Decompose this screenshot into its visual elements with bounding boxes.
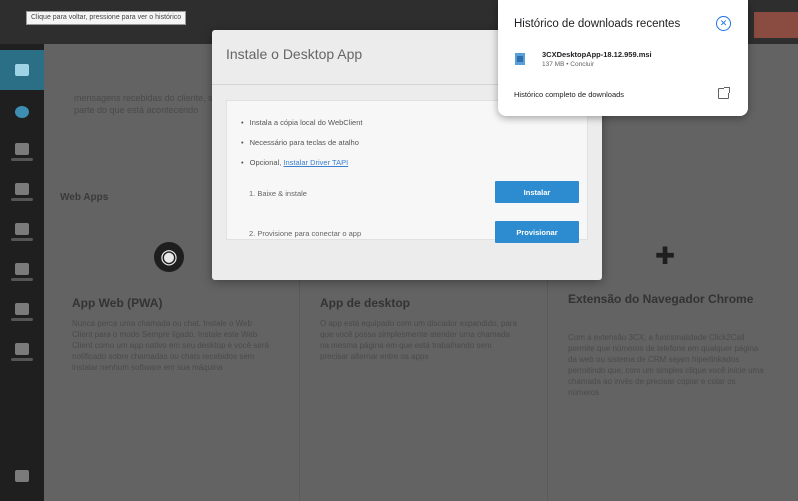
feature-list: Instala a cópia local do WebClient Neces…	[241, 113, 363, 173]
list-item: Necessário para teclas de atalho	[241, 133, 363, 153]
card-description: Nunca perca uma chamada ou chat. Instale…	[72, 319, 269, 372]
install-button[interactable]: Instalar	[495, 181, 579, 203]
list-item-label: Opcional,	[249, 158, 284, 167]
expand-icon	[15, 470, 29, 482]
back-tooltip: Clique para voltar, pressione para ver o…	[26, 11, 187, 25]
step2-label: 2. Provisione para conectar o app	[249, 229, 362, 238]
download-item[interactable]: 3CXDesktopApp-18.12.959.msi 137 MB • Con…	[514, 50, 734, 74]
status-icon	[15, 106, 29, 118]
sidebar-item-phone[interactable]	[0, 292, 44, 332]
install-tapi-link[interactable]: Instalar Driver TAPI	[283, 158, 348, 167]
downloads-title: Histórico de downloads recentes	[514, 18, 681, 30]
full-history-link[interactable]: Histórico completo de downloads	[514, 90, 624, 99]
contacts-icon	[15, 343, 29, 355]
downloads-popup: Histórico de downloads recentes ✕ 3CXDes…	[498, 0, 748, 116]
sidebar-item-contacts[interactable]	[0, 332, 44, 372]
home-icon	[15, 64, 29, 76]
download-file-meta: 137 MB • Concluir	[542, 61, 595, 68]
close-icon[interactable]: ✕	[716, 16, 731, 31]
sidebar-item-home[interactable]	[0, 50, 44, 90]
modal-title: Instale o Desktop App	[226, 46, 363, 62]
sidebar-item-history[interactable]	[0, 252, 44, 292]
provision-button[interactable]: Provisionar	[495, 221, 579, 243]
modal-body: Instala a cópia local do WebClient Neces…	[226, 100, 588, 243]
history-icon	[15, 263, 29, 275]
puzzle-icon: ✚	[654, 243, 676, 270]
profile-avatar[interactable]	[754, 12, 798, 38]
sidebar-item-bottom[interactable]	[0, 456, 44, 496]
recordings-icon	[15, 223, 29, 235]
download-file-name: 3CXDesktopApp-18.12.959.msi	[542, 50, 652, 59]
chrome-icon: ◉	[154, 242, 184, 272]
section-title: Web Apps	[60, 192, 109, 203]
chat-icon	[15, 183, 29, 195]
open-external-icon[interactable]	[718, 87, 730, 99]
card-description: Com a extensão 3CX, a funcionalidade Cli…	[568, 333, 764, 397]
phone-icon	[15, 303, 29, 315]
sidebar	[0, 44, 44, 501]
list-item: Instala a cópia local do WebClient	[241, 113, 363, 133]
card-title: App Web (PWA)	[72, 296, 163, 310]
sidebar-item-chat[interactable]	[0, 172, 44, 212]
card-title: App de desktop	[320, 296, 411, 310]
sidebar-item-recordings[interactable]	[0, 212, 44, 252]
step1-label: 1. Baixe & instale	[249, 189, 307, 198]
list-item: Opcional, Instalar Driver TAPI	[241, 153, 363, 173]
sidebar-item-status[interactable]	[0, 92, 44, 132]
card-title: Extensão do Navegador Chrome	[568, 292, 754, 306]
installer-file-icon	[515, 53, 525, 65]
people-icon	[15, 143, 29, 155]
sidebar-item-people[interactable]	[0, 132, 44, 172]
card-description: O app está equipado com um discador expa…	[320, 319, 518, 361]
